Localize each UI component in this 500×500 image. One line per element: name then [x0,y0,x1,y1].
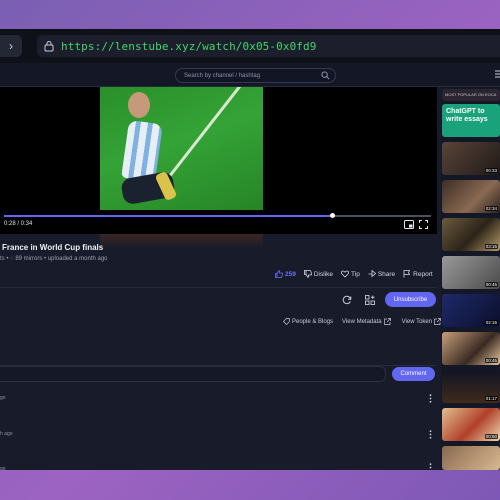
category-label: People & Blogs [292,318,334,325]
video-duration: 02:16 [484,320,498,325]
related-video-thumbnail[interactable]: ChatGPT to write essays [442,104,500,137]
view-token-label: View Token [401,318,433,325]
grid-plus-icon[interactable] [365,295,375,305]
lock-icon [44,41,54,52]
time-display: 0:28 / 0:34 [4,221,33,227]
external-link-icon [383,318,391,325]
browser-frame: › https://lenstube.xyz/watch/0x05-0x0fd9… [0,29,500,470]
related-video-thumbnail[interactable]: 01:17 [442,370,500,403]
category-row: People & Blogs View Metadata View Token [281,318,452,325]
related-video-thumbnail[interactable]: 00:50 [442,408,500,441]
video-duration: 00:33 [484,168,498,173]
chevron-right-icon[interactable]: › [0,35,22,57]
view-metadata-label: View Metadata [342,318,382,325]
video-duration: 00:50 [484,434,498,439]
refresh-icon[interactable] [342,295,352,305]
related-video-thumbnail[interactable]: 00:45 [442,256,500,289]
unsubscribe-button[interactable]: Unsubscribe [385,292,436,307]
browser-toolbar: › https://lenstube.xyz/watch/0x05-0x0fd9 [0,29,500,63]
more-options-icon[interactable] [429,394,432,403]
related-video-thumbnail[interactable]: 00:33 [442,142,500,175]
comment-timestamp: go [0,395,6,401]
report-label: Report [413,270,433,278]
view-token-link[interactable]: View Token [402,318,443,325]
video-title: France in World Cup finals [2,243,104,252]
divider [0,287,437,288]
video-duration: 00:45 [484,282,498,287]
report-button[interactable]: Report [403,270,433,278]
video-shadow [100,234,263,248]
progress-fill [4,215,333,217]
action-bar: 259 Dislike Tip Share Report [275,269,441,279]
tag-icon [283,318,290,325]
menu-icon[interactable] [495,70,500,78]
heart-icon [341,270,349,278]
tip-label: Tip [351,270,360,278]
video-player[interactable]: 0:28 / 0:34 [0,87,437,234]
more-options-icon[interactable] [429,430,432,439]
related-video-thumbnail[interactable]: MOST POPULAR ON EOCA [442,89,500,101]
progress-handle[interactable] [330,213,336,218]
more-options-icon[interactable] [429,463,432,470]
dislike-label: Dislike [313,270,334,278]
search-placeholder: Search by channel / hashtag [184,72,261,79]
address-bar[interactable]: https://lenstube.xyz/watch/0x05-0x0fd9 [37,35,500,57]
dislike-button[interactable]: Dislike [303,270,334,278]
share-icon [368,270,376,278]
like-button[interactable]: 259 [275,270,296,278]
comment-timestamp: go [0,466,6,470]
video-duration: 02:34 [484,206,498,211]
thumbnail-text: ChatGPT to write essays [446,108,488,123]
video-duration: 03:15 [484,244,498,249]
search-input[interactable]: Search by channel / hashtag [175,68,336,83]
thumbnail-text: MOST POPULAR ON EOCA [445,92,497,97]
picture-in-picture-icon[interactable] [404,220,414,229]
video-duration: 00:45 [484,358,498,363]
thumbs-down-icon [303,270,312,278]
player-head [128,92,150,118]
related-video-thumbnail[interactable]: 03:15 [442,218,500,251]
share-button[interactable]: Share [368,270,395,278]
like-count: 259 [285,270,296,278]
share-label: Share [377,270,396,278]
category-link[interactable]: People & Blogs [281,318,333,325]
related-video-thumbnail[interactable]: 02:34 [442,180,500,213]
pitch-line [158,87,273,190]
url-text: https://lenstube.xyz/watch/0x05-0x0fd9 [61,39,317,53]
comment-button[interactable]: Comment [392,367,435,381]
related-video-thumbnail[interactable]: 00:45 [442,332,500,365]
search-icon[interactable] [321,71,330,80]
related-videos: MOST POPULAR ON EOCA ChatGPT to write es… [441,87,500,470]
thumbs-up-icon [275,270,283,278]
flag-icon [403,270,411,278]
related-video-thumbnail[interactable]: 02:16 [442,294,500,327]
fullscreen-icon[interactable] [419,220,428,229]
related-video-thumbnail[interactable] [442,446,500,470]
comment-input[interactable] [0,366,386,382]
comment-timestamp: h ago [0,431,13,437]
view-metadata-link[interactable]: View Metadata [342,318,393,325]
progress-bar[interactable] [4,213,431,218]
video-meta: ts • ◌ 89 mirrors • uploaded a month ago [0,256,108,262]
app-header: Search by channel / hashtag [0,63,500,87]
tip-button[interactable]: Tip [341,270,360,278]
video-duration: 01:17 [484,396,498,401]
